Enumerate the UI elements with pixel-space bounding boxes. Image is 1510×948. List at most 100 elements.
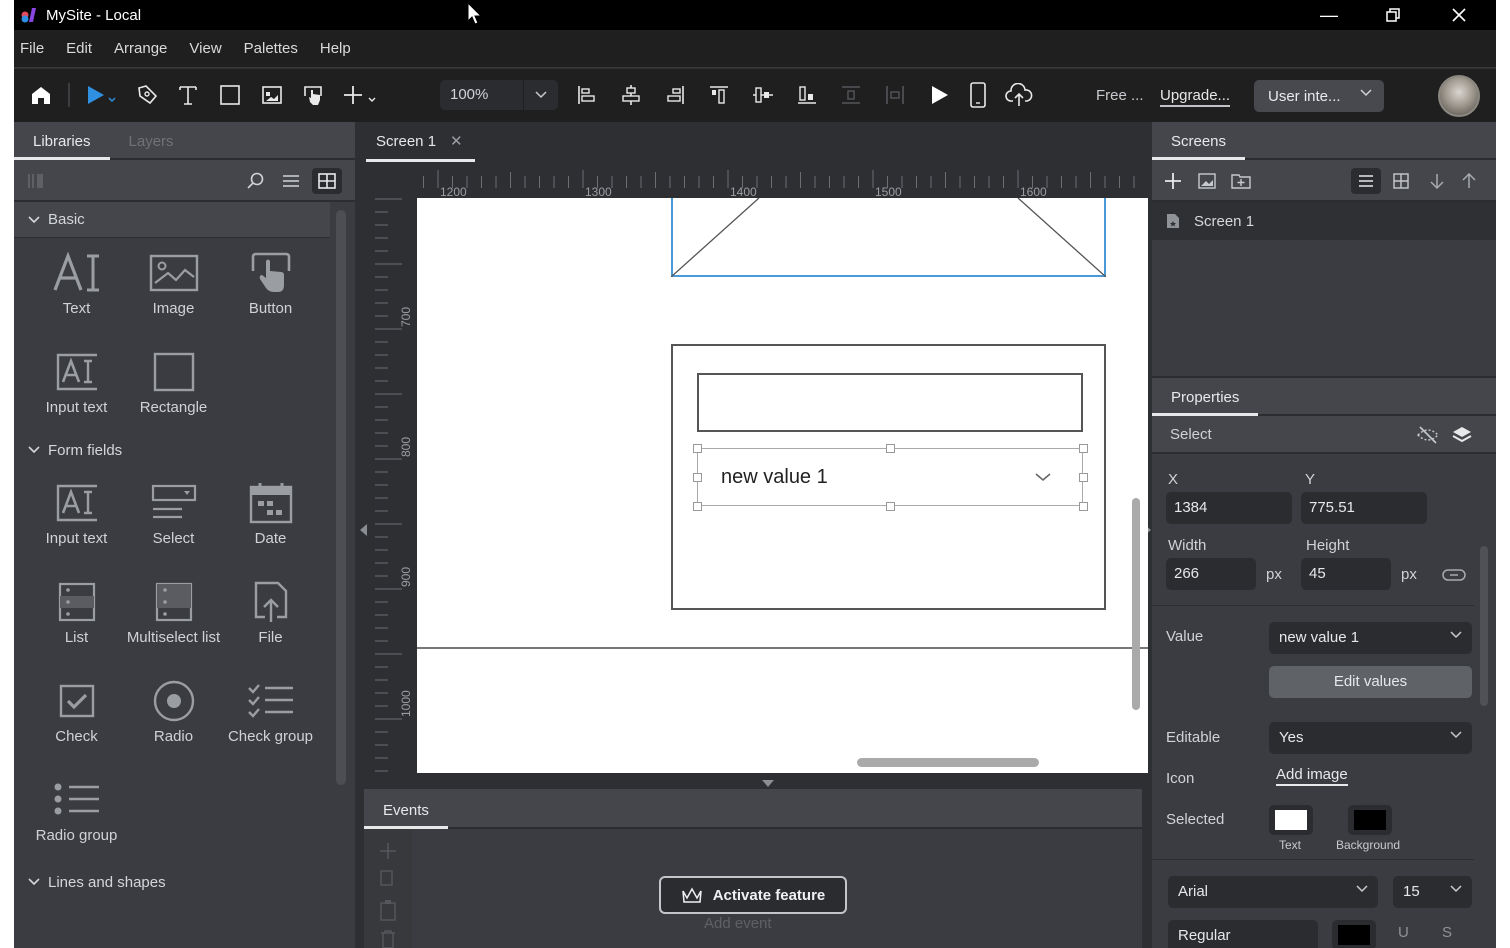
library-item-button[interactable]: Button — [222, 238, 319, 337]
preview-button[interactable] — [926, 79, 952, 111]
add-image-link[interactable]: Add image — [1276, 766, 1348, 786]
underline-toggle[interactable]: U — [1398, 924, 1409, 941]
library-item-text[interactable]: Text — [28, 238, 125, 337]
resize-handle[interactable] — [693, 473, 702, 482]
library-item-input-text[interactable]: Input text — [28, 468, 125, 567]
collapse-events-handle[interactable] — [762, 780, 774, 787]
selected-text-color-swatch[interactable] — [1269, 805, 1313, 835]
project-select[interactable]: User inte... — [1254, 80, 1384, 112]
font-color-swatch[interactable] — [1332, 920, 1376, 948]
menu-view[interactable]: View — [189, 40, 221, 57]
screens-list-view-button[interactable] — [1351, 168, 1381, 194]
button-tool-button[interactable] — [300, 79, 326, 111]
library-item-check-group[interactable]: Check group — [222, 666, 319, 765]
section-basic[interactable]: Basic — [14, 202, 330, 238]
canvas-select-widget[interactable]: new value 1 — [697, 448, 1083, 506]
select-tool-button[interactable] — [82, 79, 122, 111]
add-folder-button[interactable] — [1226, 168, 1256, 194]
resize-handle[interactable] — [693, 444, 702, 453]
tab-libraries[interactable]: Libraries — [14, 133, 110, 160]
device-button[interactable] — [966, 79, 990, 111]
align-right-button[interactable] — [662, 79, 688, 111]
add-event-icon[interactable] — [378, 841, 398, 861]
close-tab-icon[interactable]: ✕ — [450, 132, 463, 150]
menu-help[interactable]: Help — [320, 40, 351, 57]
visibility-off-icon[interactable] — [1416, 426, 1440, 444]
move-screen-up-button[interactable] — [1454, 168, 1484, 194]
menu-palettes[interactable]: Palettes — [244, 40, 298, 57]
horizontal-line-shape[interactable] — [417, 647, 1148, 649]
image-placeholder[interactable] — [671, 198, 1106, 277]
width-input[interactable]: 266 — [1166, 558, 1256, 590]
align-center-button[interactable] — [618, 79, 644, 111]
editable-select[interactable]: Yes — [1269, 722, 1472, 754]
pen-tool-button[interactable] — [134, 79, 160, 111]
upgrade-link[interactable]: Upgrade... — [1160, 87, 1231, 107]
menu-arrange[interactable]: Arrange — [114, 40, 167, 57]
screen-list-item[interactable]: Screen 1 — [1152, 202, 1496, 240]
align-bottom-button[interactable] — [794, 79, 820, 111]
add-screen-image-button[interactable] — [1192, 168, 1222, 194]
restore-button[interactable] — [1362, 0, 1424, 30]
tab-events[interactable]: Events — [364, 802, 448, 829]
publish-button[interactable] — [1004, 79, 1034, 111]
resize-handle[interactable] — [886, 502, 895, 511]
library-item-list[interactable]: List — [28, 567, 125, 666]
distribute-vertical-button[interactable] — [838, 79, 864, 111]
tab-layers[interactable]: Layers — [110, 133, 193, 158]
align-middle-button[interactable] — [750, 79, 776, 111]
library-item-rectangle[interactable]: Rectangle — [125, 337, 222, 436]
library-item-file[interactable]: File — [222, 567, 319, 666]
resize-handle[interactable] — [886, 444, 895, 453]
resize-handle[interactable] — [693, 502, 702, 511]
align-left-button[interactable] — [574, 79, 600, 111]
align-top-button[interactable] — [706, 79, 732, 111]
library-item-date[interactable]: Date — [222, 468, 319, 567]
minimize-button[interactable]: — — [1298, 0, 1360, 30]
library-item-radio[interactable]: Radio — [125, 666, 222, 765]
add-screen-button[interactable] — [1158, 168, 1188, 194]
tab-screens[interactable]: Screens — [1152, 133, 1246, 160]
tab-screen-1[interactable]: Screen 1 ✕ — [364, 132, 475, 162]
text-tool-button[interactable] — [176, 79, 200, 111]
x-input[interactable]: 1384 — [1166, 492, 1292, 524]
activate-feature-button[interactable]: Activate feature — [659, 876, 847, 914]
user-avatar[interactable] — [1438, 75, 1480, 117]
add-event-label[interactable]: Add event — [704, 915, 772, 932]
y-input[interactable]: 775.51 — [1301, 492, 1427, 524]
strikethrough-toggle[interactable]: S — [1442, 924, 1452, 941]
design-canvas[interactable]: new value 1 — [417, 198, 1148, 773]
library-item-multiselect-list[interactable]: Multiselect list — [125, 567, 222, 666]
rectangle-tool-button[interactable] — [218, 79, 242, 111]
library-item-select[interactable]: Select — [125, 468, 222, 567]
add-element-button[interactable] — [342, 79, 382, 111]
home-button[interactable] — [28, 79, 54, 111]
menu-file[interactable]: File — [20, 40, 44, 57]
distribute-horizontal-button[interactable] — [882, 79, 908, 111]
screens-grid-view-button[interactable] — [1386, 168, 1416, 194]
close-button[interactable] — [1428, 0, 1490, 30]
canvas-vertical-scrollbar[interactable] — [1132, 498, 1140, 710]
resize-handle[interactable] — [1079, 502, 1088, 511]
library-item-image[interactable]: Image — [125, 238, 222, 337]
link-proportions-icon[interactable] — [1442, 568, 1466, 582]
layers-icon[interactable] — [1452, 426, 1472, 444]
section-lines-and-shapes[interactable]: Lines and shapes — [14, 864, 330, 900]
edit-values-button[interactable]: Edit values — [1269, 666, 1472, 698]
paste-event-icon[interactable] — [378, 899, 398, 921]
library-search-button[interactable] — [240, 168, 270, 194]
resize-handle[interactable] — [1079, 473, 1088, 482]
tab-properties[interactable]: Properties — [1152, 389, 1259, 416]
font-style-select[interactable]: Regular — [1168, 920, 1318, 948]
canvas-horizontal-scrollbar[interactable] — [857, 758, 1039, 767]
library-manage-button[interactable] — [22, 168, 52, 194]
duplicate-event-icon[interactable] — [378, 869, 398, 889]
selected-background-color-swatch[interactable] — [1348, 805, 1392, 835]
value-select[interactable]: new value 1 — [1269, 622, 1472, 654]
height-input[interactable]: 45 — [1301, 558, 1391, 590]
grid-view-button[interactable] — [312, 168, 342, 194]
library-item-check[interactable]: Check — [28, 666, 125, 765]
canvas-input-text[interactable] — [697, 373, 1083, 432]
collapse-left-handle[interactable] — [360, 524, 367, 536]
zoom-select[interactable]: 100% — [440, 80, 558, 110]
